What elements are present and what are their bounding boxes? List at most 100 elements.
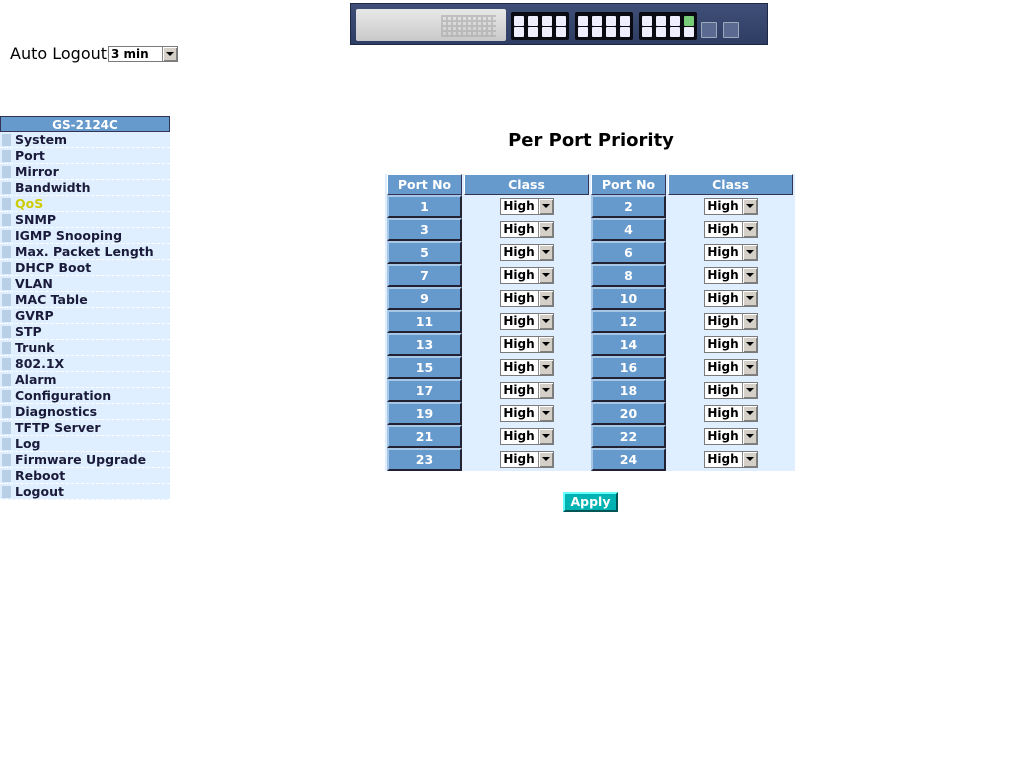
sidebar-item-bandwidth[interactable]: Bandwidth bbox=[0, 180, 170, 196]
dropdown-arrow-icon[interactable] bbox=[741, 383, 757, 398]
sidebar-item-log[interactable]: Log bbox=[0, 436, 170, 452]
sidebar-item-trunk[interactable]: Trunk bbox=[0, 340, 170, 356]
dropdown-arrow-icon[interactable] bbox=[741, 291, 757, 306]
dropdown-arrow-icon[interactable] bbox=[537, 429, 553, 444]
port-number: 17 bbox=[387, 379, 462, 402]
dropdown-arrow-icon[interactable] bbox=[537, 337, 553, 352]
menu-bullet-icon bbox=[2, 133, 11, 146]
dropdown-arrow-icon[interactable] bbox=[537, 291, 553, 306]
class-select-value: High bbox=[707, 222, 739, 236]
sidebar-item-reboot[interactable]: Reboot bbox=[0, 468, 170, 484]
dropdown-arrow-icon[interactable] bbox=[537, 406, 553, 421]
class-select[interactable]: High bbox=[703, 313, 758, 330]
apply-button[interactable]: Apply bbox=[563, 492, 618, 512]
dropdown-arrow-icon[interactable] bbox=[537, 314, 553, 329]
sidebar-item-mac-table[interactable]: MAC Table bbox=[0, 292, 170, 308]
class-select[interactable]: High bbox=[703, 290, 758, 307]
class-cell: High bbox=[668, 287, 793, 310]
class-select[interactable]: High bbox=[703, 428, 758, 445]
class-cell: High bbox=[464, 402, 589, 425]
class-select[interactable]: High bbox=[703, 382, 758, 399]
sidebar-item-label: DHCP Boot bbox=[15, 260, 92, 275]
dropdown-arrow-icon[interactable] bbox=[537, 452, 553, 467]
sidebar-item-logout[interactable]: Logout bbox=[0, 484, 170, 500]
class-select[interactable]: High bbox=[499, 290, 554, 307]
class-select[interactable]: High bbox=[703, 451, 758, 468]
column-header-class: Class bbox=[464, 174, 589, 195]
sidebar-item-label: SNMP bbox=[15, 212, 57, 227]
dropdown-arrow-icon[interactable] bbox=[741, 314, 757, 329]
dropdown-arrow-icon[interactable] bbox=[741, 337, 757, 352]
dropdown-arrow-icon[interactable] bbox=[741, 199, 757, 214]
dropdown-arrow-icon[interactable] bbox=[537, 383, 553, 398]
dropdown-arrow-icon[interactable] bbox=[537, 222, 553, 237]
dropdown-arrow-icon[interactable] bbox=[741, 268, 757, 283]
dropdown-arrow-icon[interactable] bbox=[741, 406, 757, 421]
menu-bullet-icon bbox=[2, 261, 11, 274]
sidebar-item-label: 802.1X bbox=[15, 356, 65, 371]
class-select[interactable]: High bbox=[499, 198, 554, 215]
class-select[interactable]: High bbox=[499, 336, 554, 353]
sidebar-item-label: Log bbox=[15, 436, 41, 451]
sidebar-header: GS-2124C bbox=[0, 116, 170, 132]
sidebar-item-mirror[interactable]: Mirror bbox=[0, 164, 170, 180]
class-select[interactable]: High bbox=[499, 267, 554, 284]
class-select[interactable]: High bbox=[499, 405, 554, 422]
sidebar-item-igmp-snooping[interactable]: IGMP Snooping bbox=[0, 228, 170, 244]
dropdown-arrow-icon[interactable] bbox=[537, 199, 553, 214]
sidebar-item-802-1x[interactable]: 802.1X bbox=[0, 356, 170, 372]
class-select[interactable]: High bbox=[499, 221, 554, 238]
sidebar-item-alarm[interactable]: Alarm bbox=[0, 372, 170, 388]
sidebar-item-firmware-upgrade[interactable]: Firmware Upgrade bbox=[0, 452, 170, 468]
sidebar-item-stp[interactable]: STP bbox=[0, 324, 170, 340]
class-select[interactable]: High bbox=[703, 267, 758, 284]
class-cell: High bbox=[464, 448, 589, 471]
dropdown-arrow-icon[interactable] bbox=[162, 46, 178, 61]
sidebar-item-diagnostics[interactable]: Diagnostics bbox=[0, 404, 170, 420]
dropdown-arrow-icon[interactable] bbox=[537, 360, 553, 375]
table-row: 9 High 10 High bbox=[387, 287, 793, 310]
sidebar-item-tftp-server[interactable]: TFTP Server bbox=[0, 420, 170, 436]
dropdown-arrow-icon[interactable] bbox=[741, 360, 757, 375]
sidebar-item-system[interactable]: System bbox=[0, 132, 170, 148]
class-cell: High bbox=[464, 379, 589, 402]
class-select[interactable]: High bbox=[703, 405, 758, 422]
sidebar-item-gvrp[interactable]: GVRP bbox=[0, 308, 170, 324]
class-select[interactable]: High bbox=[499, 244, 554, 261]
sidebar-item-qos[interactable]: QoS bbox=[0, 196, 170, 212]
dropdown-arrow-icon[interactable] bbox=[741, 429, 757, 444]
sidebar-item-max-packet-length[interactable]: Max. Packet Length bbox=[0, 244, 170, 260]
sidebar-item-port[interactable]: Port bbox=[0, 148, 170, 164]
class-select[interactable]: High bbox=[499, 382, 554, 399]
sidebar-item-configuration[interactable]: Configuration bbox=[0, 388, 170, 404]
menu-bullet-icon bbox=[2, 213, 11, 226]
dropdown-arrow-icon[interactable] bbox=[741, 452, 757, 467]
dropdown-arrow-icon[interactable] bbox=[741, 245, 757, 260]
class-select[interactable]: High bbox=[703, 198, 758, 215]
port-number: 12 bbox=[591, 310, 666, 333]
class-select-value: High bbox=[707, 199, 739, 213]
class-select[interactable]: High bbox=[703, 221, 758, 238]
auto-logout-select[interactable]: 3 min bbox=[108, 45, 179, 62]
sidebar-item-snmp[interactable]: SNMP bbox=[0, 212, 170, 228]
class-select[interactable]: High bbox=[499, 313, 554, 330]
port-number: 8 bbox=[591, 264, 666, 287]
sidebar-item-vlan[interactable]: VLAN bbox=[0, 276, 170, 292]
class-select-value: High bbox=[503, 429, 535, 443]
class-select[interactable]: High bbox=[499, 359, 554, 376]
class-select[interactable]: High bbox=[703, 244, 758, 261]
sidebar-item-dhcp-boot[interactable]: DHCP Boot bbox=[0, 260, 170, 276]
port-number: 1 bbox=[387, 195, 462, 218]
class-cell: High bbox=[668, 241, 793, 264]
class-select[interactable]: High bbox=[703, 359, 758, 376]
class-select[interactable]: High bbox=[703, 336, 758, 353]
dropdown-arrow-icon[interactable] bbox=[537, 245, 553, 260]
port-number: 11 bbox=[387, 310, 462, 333]
class-select[interactable]: High bbox=[499, 428, 554, 445]
column-header-class: Class bbox=[668, 174, 793, 195]
dropdown-arrow-icon[interactable] bbox=[537, 268, 553, 283]
class-select[interactable]: High bbox=[499, 451, 554, 468]
dropdown-arrow-icon[interactable] bbox=[741, 222, 757, 237]
port-number: 20 bbox=[591, 402, 666, 425]
menu-bullet-icon bbox=[2, 165, 11, 178]
